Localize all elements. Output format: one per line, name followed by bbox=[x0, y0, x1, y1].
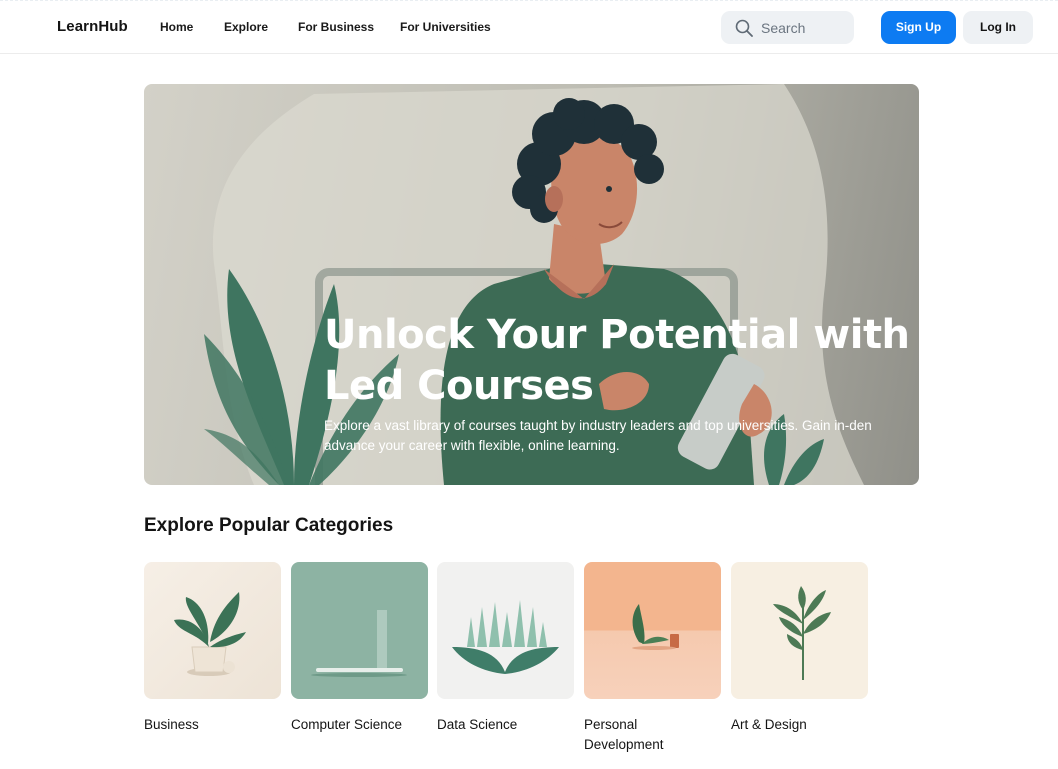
logo[interactable]: LearnHub bbox=[57, 18, 128, 35]
nav-home[interactable]: Home bbox=[160, 20, 193, 34]
hero-subtitle-line-1: Explore a vast library of courses taught… bbox=[324, 418, 872, 433]
category-image-laptop bbox=[291, 562, 428, 699]
nav-for-business[interactable]: For Business bbox=[298, 20, 374, 34]
search-input[interactable]: Search bbox=[721, 11, 854, 44]
category-name-line-1: Personal bbox=[584, 717, 638, 732]
category-name: Art & Design bbox=[731, 717, 807, 732]
search-icon bbox=[735, 19, 753, 37]
nav-for-universities[interactable]: For Universities bbox=[400, 20, 491, 34]
category-name: Personal Development bbox=[584, 715, 721, 755]
category-card-data-science[interactable]: Data Science bbox=[437, 562, 574, 735]
category-name: Computer Science bbox=[291, 717, 403, 732]
categories-heading: Explore Popular Categories bbox=[144, 515, 394, 536]
category-name: Business bbox=[144, 717, 199, 732]
hero-subtitle-line-2: advance your career with flexible, onlin… bbox=[324, 438, 620, 453]
hero-title-line-2: Led Courses bbox=[324, 363, 594, 409]
category-card-art-design[interactable]: Art & Design bbox=[731, 562, 868, 735]
top-navigation: LearnHub Home Explore For Business For U… bbox=[0, 0, 1058, 54]
category-image-sprout bbox=[584, 562, 721, 699]
category-name-line-2: Development bbox=[584, 737, 664, 752]
category-card-computer-science[interactable]: Computer Science bbox=[291, 562, 428, 735]
nav-explore[interactable]: Explore bbox=[224, 20, 268, 34]
hero-title: Unlock Your Potential with Exp Led Cours… bbox=[324, 310, 919, 412]
category-image-data-plant bbox=[437, 562, 574, 699]
hero-subtitle: Explore a vast library of courses taught… bbox=[324, 416, 919, 456]
log-in-button[interactable]: Log In bbox=[963, 11, 1033, 44]
category-image-leaf-sprig bbox=[731, 562, 868, 699]
category-image-potted-plant bbox=[144, 562, 281, 699]
category-card-business[interactable]: Business bbox=[144, 562, 281, 735]
hero-title-line-1: Unlock Your Potential with Exp bbox=[324, 312, 919, 358]
category-card-personal-development[interactable]: Personal Development bbox=[584, 562, 721, 755]
search-placeholder: Search bbox=[761, 20, 806, 36]
sign-up-button[interactable]: Sign Up bbox=[881, 11, 956, 44]
hero-banner: Unlock Your Potential with Exp Led Cours… bbox=[144, 84, 919, 485]
category-name: Data Science bbox=[437, 717, 518, 732]
